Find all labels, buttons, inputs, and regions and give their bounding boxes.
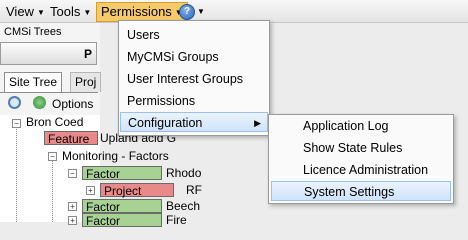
section-title: CMSi Trees	[4, 26, 62, 38]
permissions-dropdown: Users MyCMSi Groups User Interest Groups…	[118, 20, 270, 136]
menu-view-label: View	[6, 4, 34, 19]
menu-item-mycmsi-groups[interactable]: MyCMSi Groups	[127, 47, 219, 67]
collapse-icon[interactable]: −	[68, 169, 77, 178]
feature-tag: Feature	[44, 131, 98, 146]
tree-item-label[interactable]: Beech	[166, 199, 200, 213]
help-icon[interactable]: ?	[179, 4, 195, 20]
tab-site-tree[interactable]: Site Tree	[4, 72, 63, 92]
menu-item-licence-administration[interactable]: Licence Administration	[303, 160, 428, 180]
options-label[interactable]: Options	[52, 97, 93, 111]
menu-item-configuration[interactable]: Configuration ▶	[120, 112, 268, 132]
refresh-icon[interactable]	[33, 96, 46, 109]
project-tag: Project	[100, 183, 174, 198]
submenu-arrow-icon: ▶	[254, 118, 261, 128]
site-tree: − Bron Coed Feature Upland acid G − Moni…	[0, 115, 202, 228]
tab-projects[interactable]: Proj	[70, 72, 102, 92]
expand-icon[interactable]: +	[68, 216, 77, 225]
menu-permissions[interactable]: Permissions▼	[96, 2, 188, 22]
expand-icon[interactable]: +	[86, 186, 95, 195]
menu-tools-label: Tools	[50, 4, 81, 19]
configuration-submenu: Application Log Show State Rules Licence…	[268, 114, 454, 204]
factor-tag: Factor	[82, 166, 162, 181]
menu-view[interactable]: View ▼	[6, 3, 45, 20]
tree-item-label[interactable]: Fire	[166, 213, 187, 227]
tree-item-label[interactable]: Rhodo	[166, 166, 201, 180]
factor-tag: Factor	[82, 213, 162, 228]
search-icon[interactable]	[8, 96, 21, 109]
collapse-icon[interactable]: −	[48, 152, 57, 161]
menu-item-configuration-label: Configuration	[128, 116, 203, 130]
menu-item-application-log[interactable]: Application Log	[303, 116, 388, 136]
menu-item-show-state-rules[interactable]: Show State Rules	[303, 138, 402, 158]
chevron-down-icon: ▼	[83, 8, 92, 17]
menu-tools[interactable]: Tools ▼	[50, 3, 91, 20]
factor-tag: Factor	[82, 199, 162, 214]
tree-item-label[interactable]: RF	[186, 183, 202, 197]
chevron-down-icon: ▼	[36, 8, 45, 17]
menu-item-user-interest-groups[interactable]: User Interest Groups	[127, 69, 243, 89]
collapse-icon[interactable]: −	[12, 119, 21, 128]
tree-root[interactable]: Bron Coed	[26, 115, 83, 129]
panel-button[interactable]: P	[0, 42, 97, 65]
menu-item-system-settings[interactable]: System Settings	[271, 181, 451, 201]
menu-item-permissions[interactable]: Permissions	[127, 91, 195, 111]
expand-icon[interactable]: +	[68, 202, 77, 211]
menu-item-users[interactable]: Users	[127, 25, 160, 45]
tree-item-label[interactable]: Monitoring - Factors	[62, 149, 169, 163]
menu-permissions-label: Permissions	[101, 4, 172, 19]
chevron-down-icon[interactable]: ▼	[197, 7, 205, 16]
